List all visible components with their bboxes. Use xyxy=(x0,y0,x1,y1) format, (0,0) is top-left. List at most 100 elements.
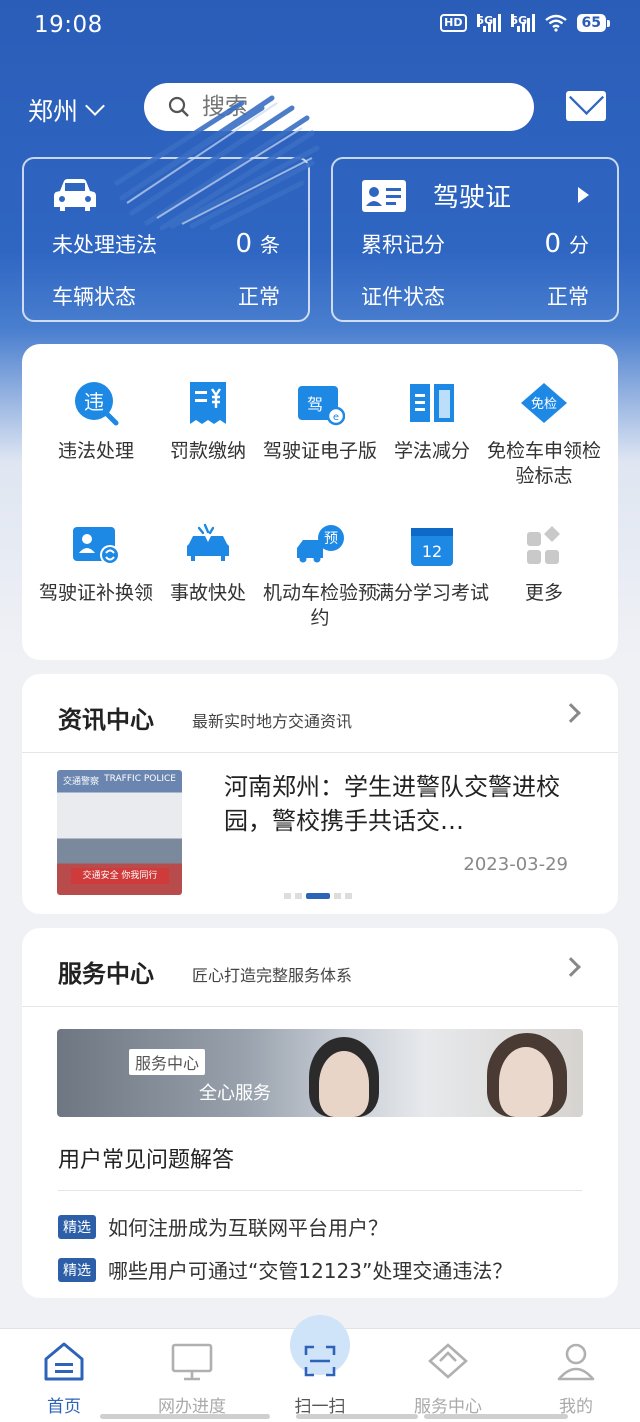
svg-text:e: e xyxy=(333,412,339,423)
service-inspection-booking[interactable]: 预 机动车检验预约 xyxy=(261,522,379,631)
signal-icon-1: 5G xyxy=(476,14,501,32)
signal-icon-2: 5G xyxy=(510,14,535,32)
svg-text:驾: 驾 xyxy=(307,395,323,414)
car-icon xyxy=(54,179,96,211)
service-center-title: 服务中心 xyxy=(58,960,154,988)
agent-face xyxy=(499,1047,553,1117)
service-license-replace[interactable]: 驾驶证补换领 xyxy=(37,522,155,606)
services-grid: 违 违法处理 罚款缴纳 驾 e 驾驶证电子版 学法减分 免检 免检车申领检验标志… xyxy=(22,344,618,660)
chevron-down-icon xyxy=(85,96,105,116)
chevron-right-icon[interactable] xyxy=(561,703,581,723)
service-label: 驾驶证电子版 xyxy=(262,440,377,462)
home-icon xyxy=(44,1342,84,1381)
battery-icon: 65 xyxy=(576,14,611,32)
service-violation[interactable]: 违 违法处理 xyxy=(37,380,155,464)
chevron-right-icon[interactable] xyxy=(561,957,581,977)
service-label: 违法处理 xyxy=(57,440,134,462)
status-bar: 19:08 HD 5G 5G 65 xyxy=(0,0,640,52)
user-icon xyxy=(557,1343,595,1381)
svg-text:免检: 免检 xyxy=(531,397,557,412)
points-unit: 分 xyxy=(569,233,589,257)
service-e-license[interactable]: 驾 e 驾驶证电子版 xyxy=(261,380,379,464)
license-replace-icon xyxy=(73,527,120,565)
divider xyxy=(58,1190,582,1191)
nav-profile[interactable]: 我的 xyxy=(512,1329,640,1417)
status-icons: HD 5G 5G 65 xyxy=(440,14,611,32)
violation-label: 未处理违法 xyxy=(52,233,157,257)
news-center-card: 资讯中心 最新实时地方交通资讯 交通警察 TRAFFIC POLICE 交通安全… xyxy=(22,674,618,914)
service-label: 罚款缴纳 xyxy=(169,440,246,462)
violation-icon: 违 xyxy=(75,382,119,426)
news-section-title: 资讯中心 xyxy=(58,706,154,734)
status-time: 19:08 xyxy=(34,12,103,38)
mail-icon[interactable] xyxy=(566,91,606,121)
featured-badge: 精选 xyxy=(58,1257,96,1282)
service-exempt-inspection[interactable]: 免检 免检车申领检验标志 xyxy=(485,380,603,489)
tab-underline xyxy=(100,1414,270,1419)
arrow-right-icon xyxy=(578,187,589,203)
tab-underline xyxy=(296,1414,418,1419)
exempt-icon: 免检 xyxy=(521,383,567,423)
wifi-icon xyxy=(544,14,567,32)
bottom-navigation: 首页 网办进度 扫一扫 服务中心 我的 xyxy=(0,1315,640,1422)
license-id-icon xyxy=(362,179,406,212)
fine-receipt-icon xyxy=(190,382,226,424)
book-icon xyxy=(410,384,454,422)
news-thumbnail[interactable]: 交通警察 TRAFFIC POLICE 交通安全 你我同行 xyxy=(57,770,182,895)
scan-icon xyxy=(304,1345,336,1377)
thumbnail-caption-left: 交通警察 xyxy=(63,777,100,787)
faq-title: 用户常见问题解答 xyxy=(58,1148,235,1173)
faq-question: 如何注册成为互联网平台用户？ xyxy=(108,1216,388,1240)
service-full-score-study[interactable]: 12 满分学习考试 xyxy=(373,522,491,606)
news-date: 2023-03-29 xyxy=(463,854,568,875)
nav-scan[interactable]: 扫一扫 xyxy=(256,1329,384,1417)
accident-icon xyxy=(187,523,229,561)
vehicle-status-value: 正常 xyxy=(238,285,280,309)
redaction-scribble xyxy=(114,95,320,230)
thumbnail-banner: 交通安全 你我同行 xyxy=(71,868,169,884)
city-label: 郑州 xyxy=(28,97,79,126)
hd-icon: HD xyxy=(440,14,467,32)
thumbnail-caption-right: TRAFFIC POLICE xyxy=(104,774,176,784)
service-label: 机动车检验预约 xyxy=(262,582,377,629)
monitor-icon xyxy=(171,1343,213,1381)
license-card[interactable]: 驾驶证 累积记分 0分 证件状态 正常 xyxy=(331,157,619,322)
service-study[interactable]: 学法减分 xyxy=(373,380,491,464)
service-label: 满分学习考试 xyxy=(374,582,489,604)
violation-unit: 条 xyxy=(260,233,280,257)
svg-text:12: 12 xyxy=(422,542,442,561)
service-center-subtitle: 匠心打造完整服务体系 xyxy=(192,966,353,985)
license-status-label: 证件状态 xyxy=(361,285,445,309)
divider xyxy=(22,1006,618,1007)
service-banner[interactable]: 服务中心 全心服务 xyxy=(57,1029,583,1117)
more-icon xyxy=(527,526,560,564)
news-section-subtitle: 最新实时地方交通资讯 xyxy=(192,712,353,731)
banner-tag: 服务中心 xyxy=(129,1049,206,1075)
points-value: 0 xyxy=(544,229,561,259)
service-more[interactable]: 更多 xyxy=(485,522,603,606)
license-status-value: 正常 xyxy=(547,285,589,309)
e-license-icon: 驾 e xyxy=(298,386,346,426)
violation-value: 0 xyxy=(235,229,252,259)
service-fine[interactable]: 罚款缴纳 xyxy=(149,380,267,464)
violation-row: 未处理违法 0条 xyxy=(52,229,280,259)
points-row: 累积记分 0分 xyxy=(361,229,589,259)
nav-service-center[interactable]: 服务中心 xyxy=(384,1329,512,1417)
diamond-icon xyxy=(428,1343,468,1379)
points-label: 累积记分 xyxy=(361,233,445,257)
faq-item[interactable]: 精选 哪些用户可通过“交管12123”处理交通违法？ xyxy=(58,1255,512,1284)
faq-item[interactable]: 精选 如何注册成为互联网平台用户？ xyxy=(58,1212,388,1241)
service-label: 更多 xyxy=(524,582,563,604)
service-accident[interactable]: 事故快处 xyxy=(149,522,267,606)
banner-text: 全心服务 xyxy=(199,1083,271,1104)
service-label: 免检车申领检验标志 xyxy=(486,440,601,487)
agent-face xyxy=(319,1051,369,1117)
calendar-icon: 12 xyxy=(411,528,453,566)
news-headline[interactable]: 河南郑州：学生进警队交警进校园，警校携手共话交… xyxy=(224,770,564,838)
service-label: 驾驶证补换领 xyxy=(38,582,153,604)
city-selector[interactable]: 郑州 xyxy=(28,92,105,128)
nav-home[interactable]: 首页 xyxy=(0,1329,128,1417)
featured-badge: 精选 xyxy=(58,1214,96,1239)
service-label: 事故快处 xyxy=(169,582,246,604)
nav-progress[interactable]: 网办进度 xyxy=(128,1329,256,1417)
